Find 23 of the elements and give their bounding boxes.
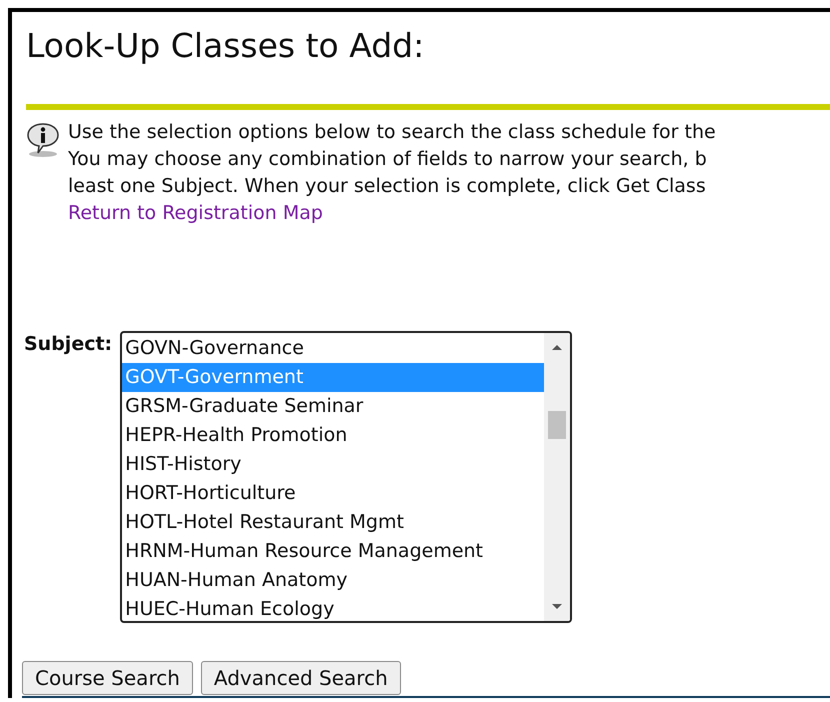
info-balloon-icon [26,122,60,158]
instruction-text: You may choose any combination of fields to narrow your search, b [68,146,708,172]
scrollbar-thumb[interactable] [548,410,566,439]
subject-listbox[interactable] [120,330,572,623]
page-title: Look-Up Classes to Add: [26,25,426,67]
scrollbar[interactable] [544,332,570,621]
subject-option[interactable]: HOTL-Hotel Restaurant Mgmt [122,508,544,537]
scroll-up-icon[interactable] [551,342,564,351]
subject-label: Subject: [24,332,112,357]
subject-option[interactable]: HEPR-Health Promotion [122,420,544,450]
return-link[interactable]: Return to Registration Map [68,200,323,227]
instruction-text: Use the selection options below to search the class schedule for the [68,120,716,145]
subject-option[interactable]: HORT-Horticulture [122,478,544,508]
subject-option[interactable]: GOVN-Governance [122,334,544,363]
subject-option[interactable]: HRNM-Human Resource Management [122,536,544,566]
search-button[interactable]: Course Search [22,660,193,695]
scroll-down-icon[interactable] [551,602,564,611]
subject-option[interactable]: GRSM-Graduate Seminar [122,392,544,421]
subject-option[interactable]: HUEC-Human Ecology [122,594,544,621]
search-button[interactable]: Advanced Search [200,660,401,695]
subject-option[interactable]: HIST-History [122,450,544,479]
instruction-text: least one Subject. When your selection is complete, click Get Class [68,174,707,199]
subject-option[interactable]: HUAN-Human Anatomy [122,566,544,595]
